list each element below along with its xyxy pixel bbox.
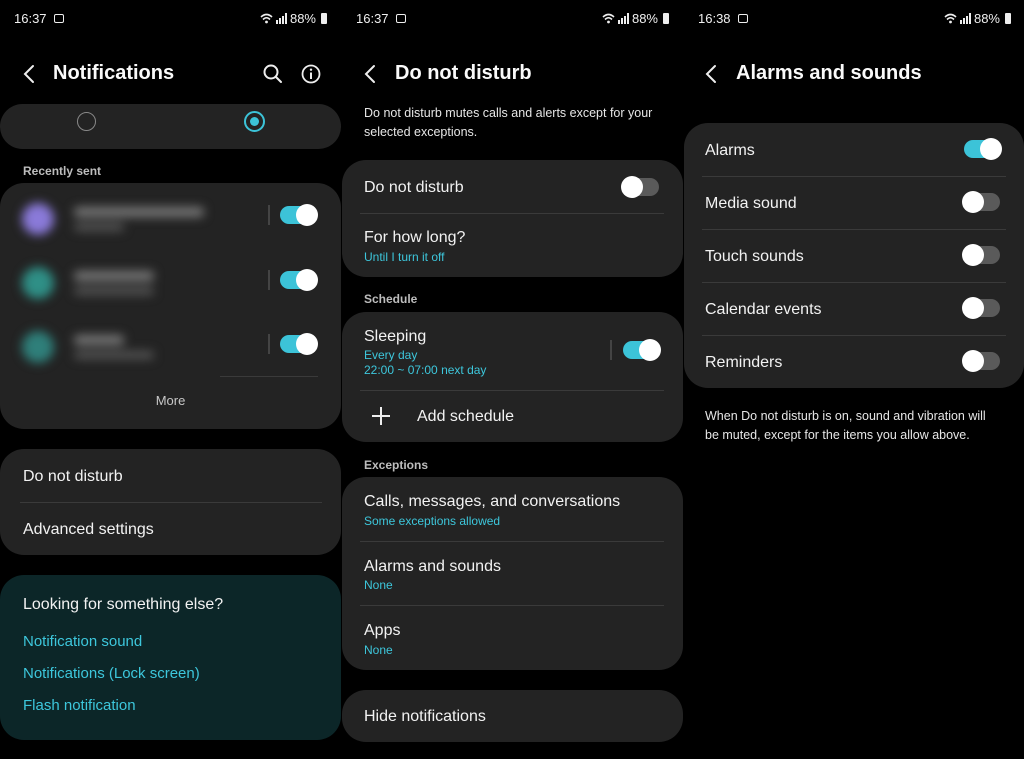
sleeping-schedule-item[interactable]: Sleeping [364, 328, 426, 346]
back-arrow-icon[interactable] [20, 63, 40, 85]
advanced-settings-item[interactable]: Advanced settings [23, 521, 154, 539]
recently-sent-label: Recently sent [23, 164, 102, 178]
suggestions-title: Looking for something else? [23, 596, 224, 613]
signal-icon [617, 13, 629, 24]
app-notification-toggle[interactable] [280, 333, 318, 355]
for-how-long-item[interactable]: For how long? [364, 229, 465, 247]
sleeping-time: 22:00 ~ 07:00 next day [364, 363, 487, 377]
gallery-icon [738, 14, 748, 23]
wifi-icon [944, 13, 957, 24]
back-arrow-icon[interactable] [361, 63, 381, 85]
notification-settings-card: Do not disturb Advanced settings [0, 449, 341, 555]
plus-icon[interactable] [371, 406, 391, 426]
signal-icon [275, 13, 287, 24]
apps-exception-value: None [364, 643, 393, 657]
hide-notifications-item[interactable]: Hide notifications [364, 708, 486, 726]
status-time: 16:37 [14, 11, 47, 26]
status-bar: 16:37 88% [14, 11, 327, 27]
app-icon [22, 267, 54, 299]
status-bar: 16:38 88% [698, 11, 1011, 27]
calendar-events-toggle[interactable] [962, 297, 1000, 319]
info-icon[interactable] [300, 63, 322, 85]
app-row-blurred[interactable] [22, 327, 262, 367]
schedule-card: Sleeping Every day 22:00 ~ 07:00 next da… [342, 312, 683, 442]
flash-notification-link[interactable]: Flash notification [23, 697, 136, 714]
gallery-icon [54, 14, 64, 23]
media-sound-toggle[interactable] [962, 191, 1000, 213]
signal-icon [959, 13, 971, 24]
lock-screen-notifications-link[interactable]: Notifications (Lock screen) [23, 665, 200, 682]
page-title: Notifications [53, 62, 175, 84]
wifi-icon [260, 13, 273, 24]
battery-percent: 88% [973, 11, 1000, 26]
calls-messages-exception-value: Some exceptions allowed [364, 514, 501, 528]
battery-icon [663, 13, 669, 24]
dnd-toggle-label: Do not disturb [364, 179, 464, 196]
battery-icon [321, 13, 327, 24]
dnd-toggle[interactable] [621, 176, 659, 198]
exceptions-card: Calls, messages, and conversations Some … [342, 477, 683, 670]
style-option-radio-selected[interactable] [244, 111, 265, 132]
page-title: Do not disturb [395, 62, 532, 84]
battery-percent: 88% [631, 11, 658, 26]
app-icon [22, 203, 54, 235]
battery-percent: 88% [289, 11, 316, 26]
app-icon [22, 331, 54, 363]
search-icon[interactable] [262, 63, 284, 85]
sleeping-days: Every day [364, 348, 418, 362]
style-option-radio[interactable] [77, 112, 96, 131]
hide-notifications-card: Hide notifications [342, 690, 683, 742]
touch-sounds-item-label: Touch sounds [705, 248, 804, 265]
add-schedule-button[interactable]: Add schedule [417, 408, 514, 426]
alarms-sounds-card: Alarms Media sound Touch sounds Calendar… [684, 123, 1024, 388]
alarms-sounds-note: When Do not disturb is on, sound and vib… [705, 409, 986, 442]
recently-sent-card: More [0, 183, 341, 429]
schedule-label: Schedule [364, 292, 418, 306]
app-notification-toggle[interactable] [280, 269, 318, 291]
reminders-toggle[interactable] [962, 350, 1000, 372]
status-bar: 16:37 88% [356, 11, 669, 27]
more-button[interactable]: More [0, 393, 341, 408]
alarms-item-label: Alarms [705, 142, 755, 159]
calendar-events-item-label: Calendar events [705, 301, 822, 318]
battery-icon [1005, 13, 1011, 24]
status-time: 16:38 [698, 11, 731, 26]
status-time: 16:37 [356, 11, 389, 26]
notification-sound-link[interactable]: Notification sound [23, 633, 142, 650]
page-title: Alarms and sounds [736, 62, 922, 84]
media-sound-item-label: Media sound [705, 195, 797, 212]
gallery-icon [396, 14, 406, 23]
alarms-sounds-exception-value: None [364, 578, 393, 592]
reminders-item-label: Reminders [705, 354, 783, 371]
notification-style-selector [0, 104, 341, 149]
for-how-long-value: Until I turn it off [364, 250, 445, 264]
do-not-disturb-item[interactable]: Do not disturb [23, 468, 123, 486]
back-arrow-icon[interactable] [702, 63, 722, 85]
alarms-and-sounds-panel: 16:38 88% Alarms and sounds Alarms Media… [684, 0, 1024, 759]
app-row-blurred[interactable] [22, 199, 262, 239]
do-not-disturb-panel: 16:37 88% Do not disturb Do not disturb … [342, 0, 683, 759]
wifi-icon [602, 13, 615, 24]
apps-exception-item[interactable]: Apps [364, 622, 400, 640]
dnd-main-card: Do not disturb For how long? Until I tur… [342, 160, 683, 277]
alarms-sounds-exception-item[interactable]: Alarms and sounds [364, 558, 501, 576]
app-row-blurred[interactable] [22, 263, 262, 303]
calls-messages-exception-item[interactable]: Calls, messages, and conversations [364, 493, 620, 511]
app-notification-toggle[interactable] [280, 204, 318, 226]
dnd-description: Do not disturb mutes calls and alerts ex… [364, 106, 653, 139]
sleeping-toggle[interactable] [623, 339, 661, 361]
exceptions-label: Exceptions [364, 458, 429, 472]
alarms-toggle[interactable] [964, 138, 1002, 160]
touch-sounds-toggle[interactable] [962, 244, 1000, 266]
notifications-panel: 16:37 88% Notifications Recently sent Mo… [0, 0, 341, 759]
suggestions-card: Looking for something else? Notification… [0, 575, 341, 740]
